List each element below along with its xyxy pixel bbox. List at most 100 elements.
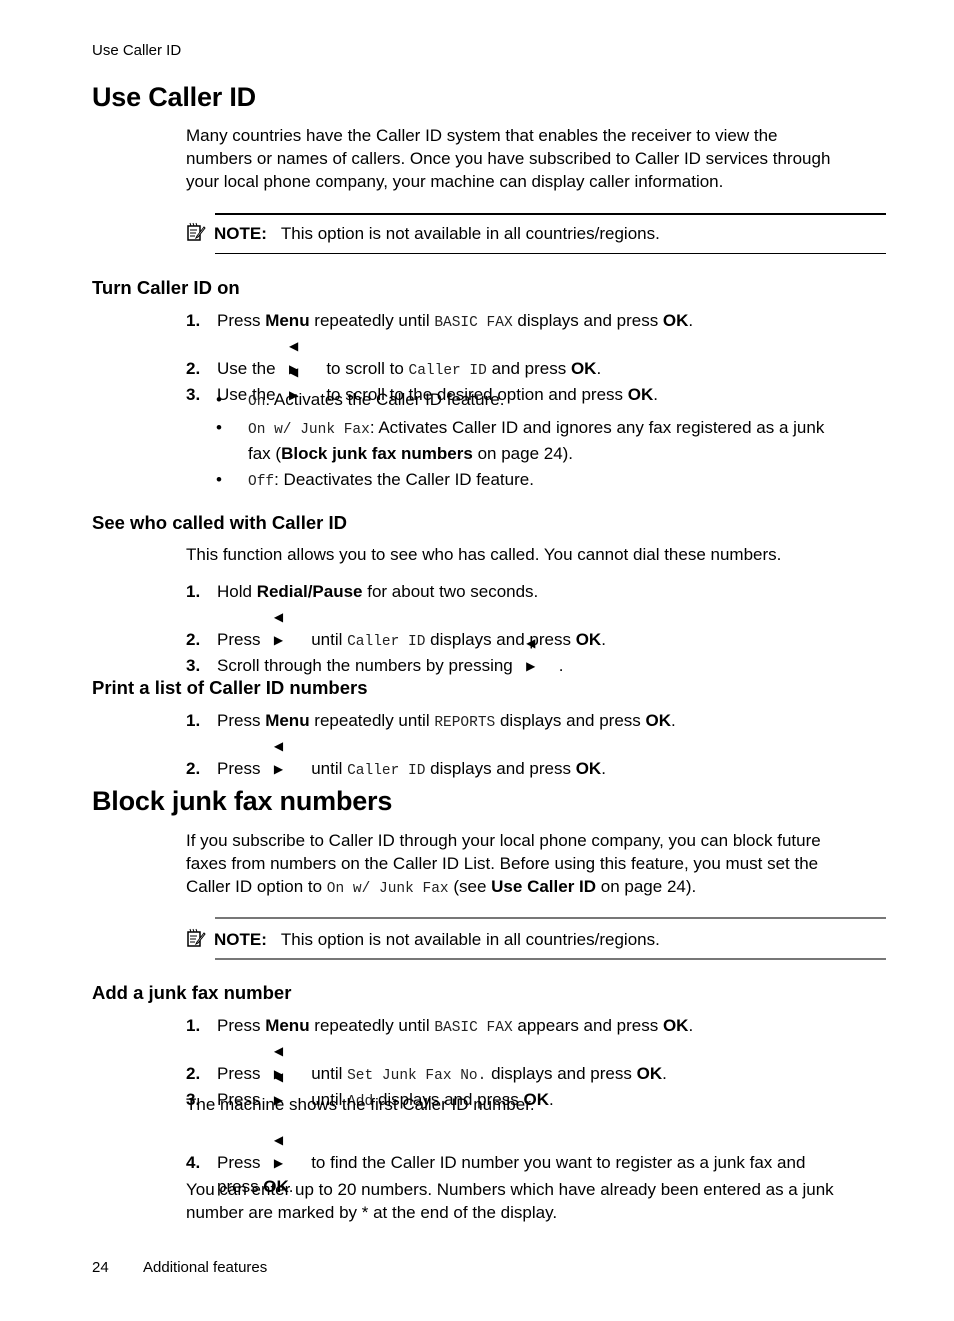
- section-title-block-junk-fax: Block junk fax numbers: [92, 786, 393, 816]
- step-number: 4.: [186, 1153, 201, 1172]
- note-top-rule: [215, 213, 886, 215]
- page-footer: 24 Additional features: [92, 1259, 267, 1276]
- block-intro-paragraph: If you subscribe to Caller ID through yo…: [186, 829, 886, 901]
- option-text: : Activates the Caller ID feature.: [265, 390, 505, 409]
- intro-line: numbers or names of callers. Once you ha…: [186, 149, 831, 168]
- step-result-text: The machine shows the first Caller ID nu…: [186, 1095, 535, 1114]
- button-name: OK: [662, 1016, 689, 1035]
- step-text: .: [688, 311, 694, 330]
- step: 1. Press Menu repeatedly until REPORTS di…: [186, 709, 886, 735]
- step-text: .: [671, 711, 676, 730]
- display-text: REPORTS: [434, 715, 496, 731]
- display-text: Caller ID: [347, 763, 426, 779]
- button-name: OK: [662, 311, 689, 330]
- step-text: repeatedly until: [309, 311, 435, 330]
- step-result-text: You can enter up to 20 numbers. Numbers …: [186, 1178, 886, 1224]
- note-top-rule: [215, 917, 886, 919]
- option-text: : Deactivates the Caller ID feature.: [274, 470, 534, 489]
- bullet-icon: •: [216, 418, 222, 437]
- step-text: Press: [217, 711, 266, 730]
- step-number: 2.: [186, 759, 201, 778]
- note-label: NOTE:: [214, 224, 267, 243]
- option-text: : Activates Caller ID and ignores any fa…: [369, 418, 825, 437]
- note-bottom-rule: [215, 958, 886, 960]
- step-number: 1.: [186, 1016, 201, 1035]
- note-box: NOTE: This option is not available in all…: [186, 222, 660, 244]
- left-right-arrow-icon: ◀ ▶: [273, 1133, 294, 1170]
- button-name: Menu: [265, 1016, 310, 1035]
- intro-line: Many countries have the Caller ID system…: [186, 126, 778, 145]
- step-text: for about two seconds.: [362, 582, 539, 601]
- step-number: 3.: [186, 385, 201, 404]
- step-text: Hold: [217, 582, 257, 601]
- intro-text: (see: [448, 877, 492, 896]
- step-text: until: [306, 759, 348, 778]
- option-text: on page 24).: [472, 444, 574, 463]
- button-name: OK: [575, 759, 602, 778]
- note-icon: [186, 928, 206, 948]
- result-line: number are marked by * at the end of the…: [186, 1203, 558, 1222]
- step: 3. Scroll through the numbers by pressing…: [186, 632, 886, 678]
- intro-paragraph: Many countries have the Caller ID system…: [186, 124, 886, 193]
- note-bottom-rule: [215, 253, 886, 254]
- step-number: 1.: [186, 311, 201, 330]
- subsection-title-add-junk-fax: Add a junk fax number: [92, 982, 292, 1003]
- subsection-title-see-who-called: See who called with Caller ID: [92, 512, 347, 533]
- step-text: to find the Caller ID number you want to…: [306, 1153, 806, 1172]
- option-name: On: [248, 394, 266, 410]
- option-name: On w/ Junk Fax: [326, 881, 449, 897]
- step-text: Press: [217, 1153, 261, 1172]
- note-label: NOTE:: [214, 930, 267, 949]
- option-name: On w/ Junk Fax: [248, 422, 370, 438]
- display-text: BASIC FAX: [434, 1020, 513, 1036]
- intro-line: faxes from numbers on the Caller ID List…: [186, 854, 819, 873]
- button-name: Redial/Pause: [256, 582, 363, 601]
- display-text: BASIC FAX: [434, 315, 513, 331]
- note-text: This option is not available in all coun…: [280, 224, 660, 243]
- left-right-arrow-icon: ◀ ▶: [526, 636, 546, 673]
- option-bullet: • On w/ Junk Fax: Activates Caller ID and…: [216, 416, 886, 465]
- see-who-intro: This function allows you to see who has …: [186, 545, 782, 564]
- running-header: Use Caller ID: [92, 42, 182, 59]
- note-text: This option is not available in all coun…: [280, 930, 660, 949]
- option-bullet: • On: Activates the Caller ID feature.: [216, 388, 886, 414]
- button-name: Menu: [265, 711, 310, 730]
- left-right-arrow-icon: ◀ ▶: [273, 739, 294, 776]
- step-number: 1.: [186, 582, 201, 601]
- step-text: Press: [217, 1016, 266, 1035]
- intro-line: your local phone company, your machine c…: [186, 172, 724, 191]
- step-text: .: [558, 656, 564, 675]
- option-bullet: • Off: Deactivates the Caller ID feature.: [216, 468, 886, 494]
- step-text: displays and press: [425, 759, 576, 778]
- step-text: .: [688, 1016, 694, 1035]
- bullet-icon: •: [216, 470, 222, 489]
- step: 1. Press Menu repeatedly until BASIC FAX …: [186, 309, 886, 335]
- step-text: repeatedly until: [309, 711, 435, 730]
- step-text: Press: [217, 311, 266, 330]
- result-line: You can enter up to 20 numbers. Numbers …: [186, 1180, 834, 1199]
- step: 1. Hold Redial/Pause for about two second…: [186, 580, 886, 603]
- step-text: displays and press: [495, 711, 646, 730]
- intro-text: Caller ID option to: [186, 877, 327, 896]
- step-number: 3.: [186, 656, 201, 675]
- step-number: 1.: [186, 711, 201, 730]
- section-title-use-caller-id: Use Caller ID: [92, 82, 256, 112]
- step-text: Scroll through the numbers by pressing: [217, 656, 513, 675]
- step-text: displays and press: [517, 311, 663, 330]
- cross-reference-link[interactable]: Use Caller ID: [491, 877, 596, 896]
- subsection-title-turn-on: Turn Caller ID on: [92, 277, 240, 298]
- option-text: fax (: [248, 444, 282, 463]
- option-name: Off: [248, 474, 275, 490]
- bullet-icon: •: [216, 390, 222, 409]
- page-number: 24: [92, 1259, 109, 1276]
- intro-text: on page 24).: [596, 877, 697, 896]
- step-text: Press: [217, 759, 261, 778]
- note-box: NOTE: This option is not available in all…: [186, 928, 660, 950]
- cross-reference-link[interactable]: Block junk fax numbers: [281, 444, 473, 463]
- intro-line: If you subscribe to Caller ID through yo…: [186, 831, 821, 850]
- note-icon: [186, 222, 206, 242]
- step-text: .: [601, 759, 606, 778]
- intro-line: Caller ID option to On w/ Junk Fax (see …: [186, 875, 886, 901]
- step-text: appears and press: [517, 1016, 663, 1035]
- step: 2. Press ◀ ▶ until Caller ID displays and …: [186, 735, 886, 783]
